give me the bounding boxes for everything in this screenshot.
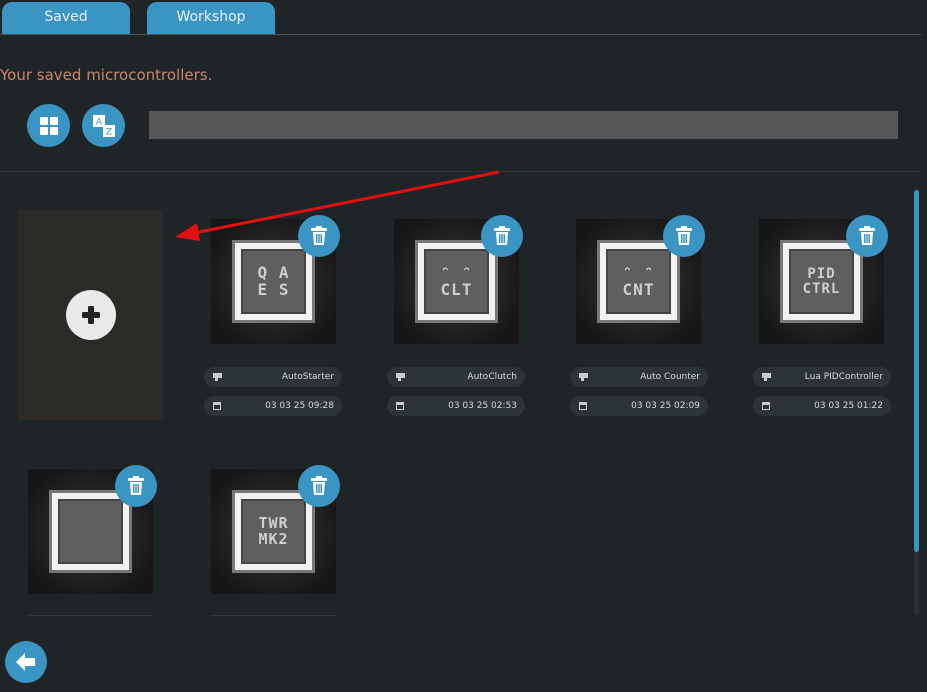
chip-icon — [395, 373, 405, 381]
chip-icon — [761, 373, 771, 381]
tab-workshop[interactable]: Workshop — [147, 2, 275, 34]
add-microcontroller-button[interactable] — [66, 290, 116, 340]
delete-button[interactable] — [481, 215, 523, 257]
trash-icon — [311, 226, 327, 245]
chip-icon — [212, 373, 222, 381]
grid-icon — [39, 116, 58, 135]
icon-text-line: CNT — [622, 279, 655, 299]
tab-divider — [0, 34, 921, 35]
arrow-left-icon — [16, 653, 35, 671]
icon-text-line: PID — [807, 265, 836, 282]
search-input[interactable] — [149, 111, 898, 139]
trash-icon — [128, 476, 144, 495]
trash-icon — [494, 226, 510, 245]
icon-text-line: ᵔ ᵔ — [622, 262, 655, 282]
name-pill: Auto Counter — [570, 367, 708, 387]
icon-text-line: E S — [257, 279, 290, 299]
date-pill: 03 03 25 09:28 — [204, 396, 342, 416]
card-date: 03 03 25 02:09 — [631, 401, 700, 411]
icon-text-line: CTRL — [802, 280, 841, 297]
icon-text-line: Q A — [257, 262, 290, 282]
card-date: 03 03 25 09:28 — [265, 401, 334, 411]
sort-az-button[interactable]: A Z — [82, 104, 125, 147]
card-date: 03 03 25 01:22 — [814, 401, 883, 411]
date-pill: 03 03 25 02:09 — [570, 396, 708, 416]
trash-icon — [676, 226, 692, 245]
calendar-icon — [213, 402, 221, 410]
calendar-icon — [762, 402, 770, 410]
date-pill: 03 03 25 02:53 — [387, 396, 525, 416]
trash-icon — [311, 476, 327, 495]
delete-button[interactable] — [298, 215, 340, 257]
page-subtitle: Your saved microcontrollers. — [0, 66, 213, 84]
date-pill: 03 03 25 01:22 — [753, 396, 891, 416]
delete-button[interactable] — [298, 465, 340, 507]
name-pill: AutoClutch — [387, 367, 525, 387]
card-name: Auto Counter — [640, 372, 700, 382]
svg-text:Z: Z — [105, 127, 111, 137]
trash-icon — [859, 226, 875, 245]
calendar-icon — [579, 402, 587, 410]
delete-button[interactable] — [663, 215, 705, 257]
tab-saved[interactable]: Saved — [2, 2, 130, 34]
calendar-icon — [396, 402, 404, 410]
back-button[interactable] — [5, 641, 47, 683]
chip-icon — [578, 373, 588, 381]
card-name: AutoStarter — [281, 372, 334, 382]
name-pill: AutoStarter — [204, 367, 342, 387]
delete-button[interactable] — [846, 215, 888, 257]
card-name: Lua PIDController — [804, 372, 883, 382]
icon-text-line: ᵔ ᵔ — [440, 262, 473, 282]
grid-view-button[interactable] — [27, 104, 70, 147]
toolbar-divider — [0, 171, 921, 172]
scrollbar-thumb[interactable] — [914, 190, 919, 552]
card-name: AutoClutch — [467, 372, 517, 382]
sort-az-icon: A Z — [92, 114, 115, 137]
svg-text:A: A — [95, 117, 102, 127]
card-underline — [28, 615, 153, 616]
delete-button[interactable] — [115, 465, 157, 507]
plus-icon — [82, 306, 100, 324]
name-pill: Lua PIDController — [753, 367, 891, 387]
icon-text-line: MK2 — [258, 529, 289, 548]
card-date: 03 03 25 02:53 — [448, 401, 517, 411]
icon-text-line: CLT — [440, 279, 473, 299]
card-underline — [211, 615, 336, 616]
